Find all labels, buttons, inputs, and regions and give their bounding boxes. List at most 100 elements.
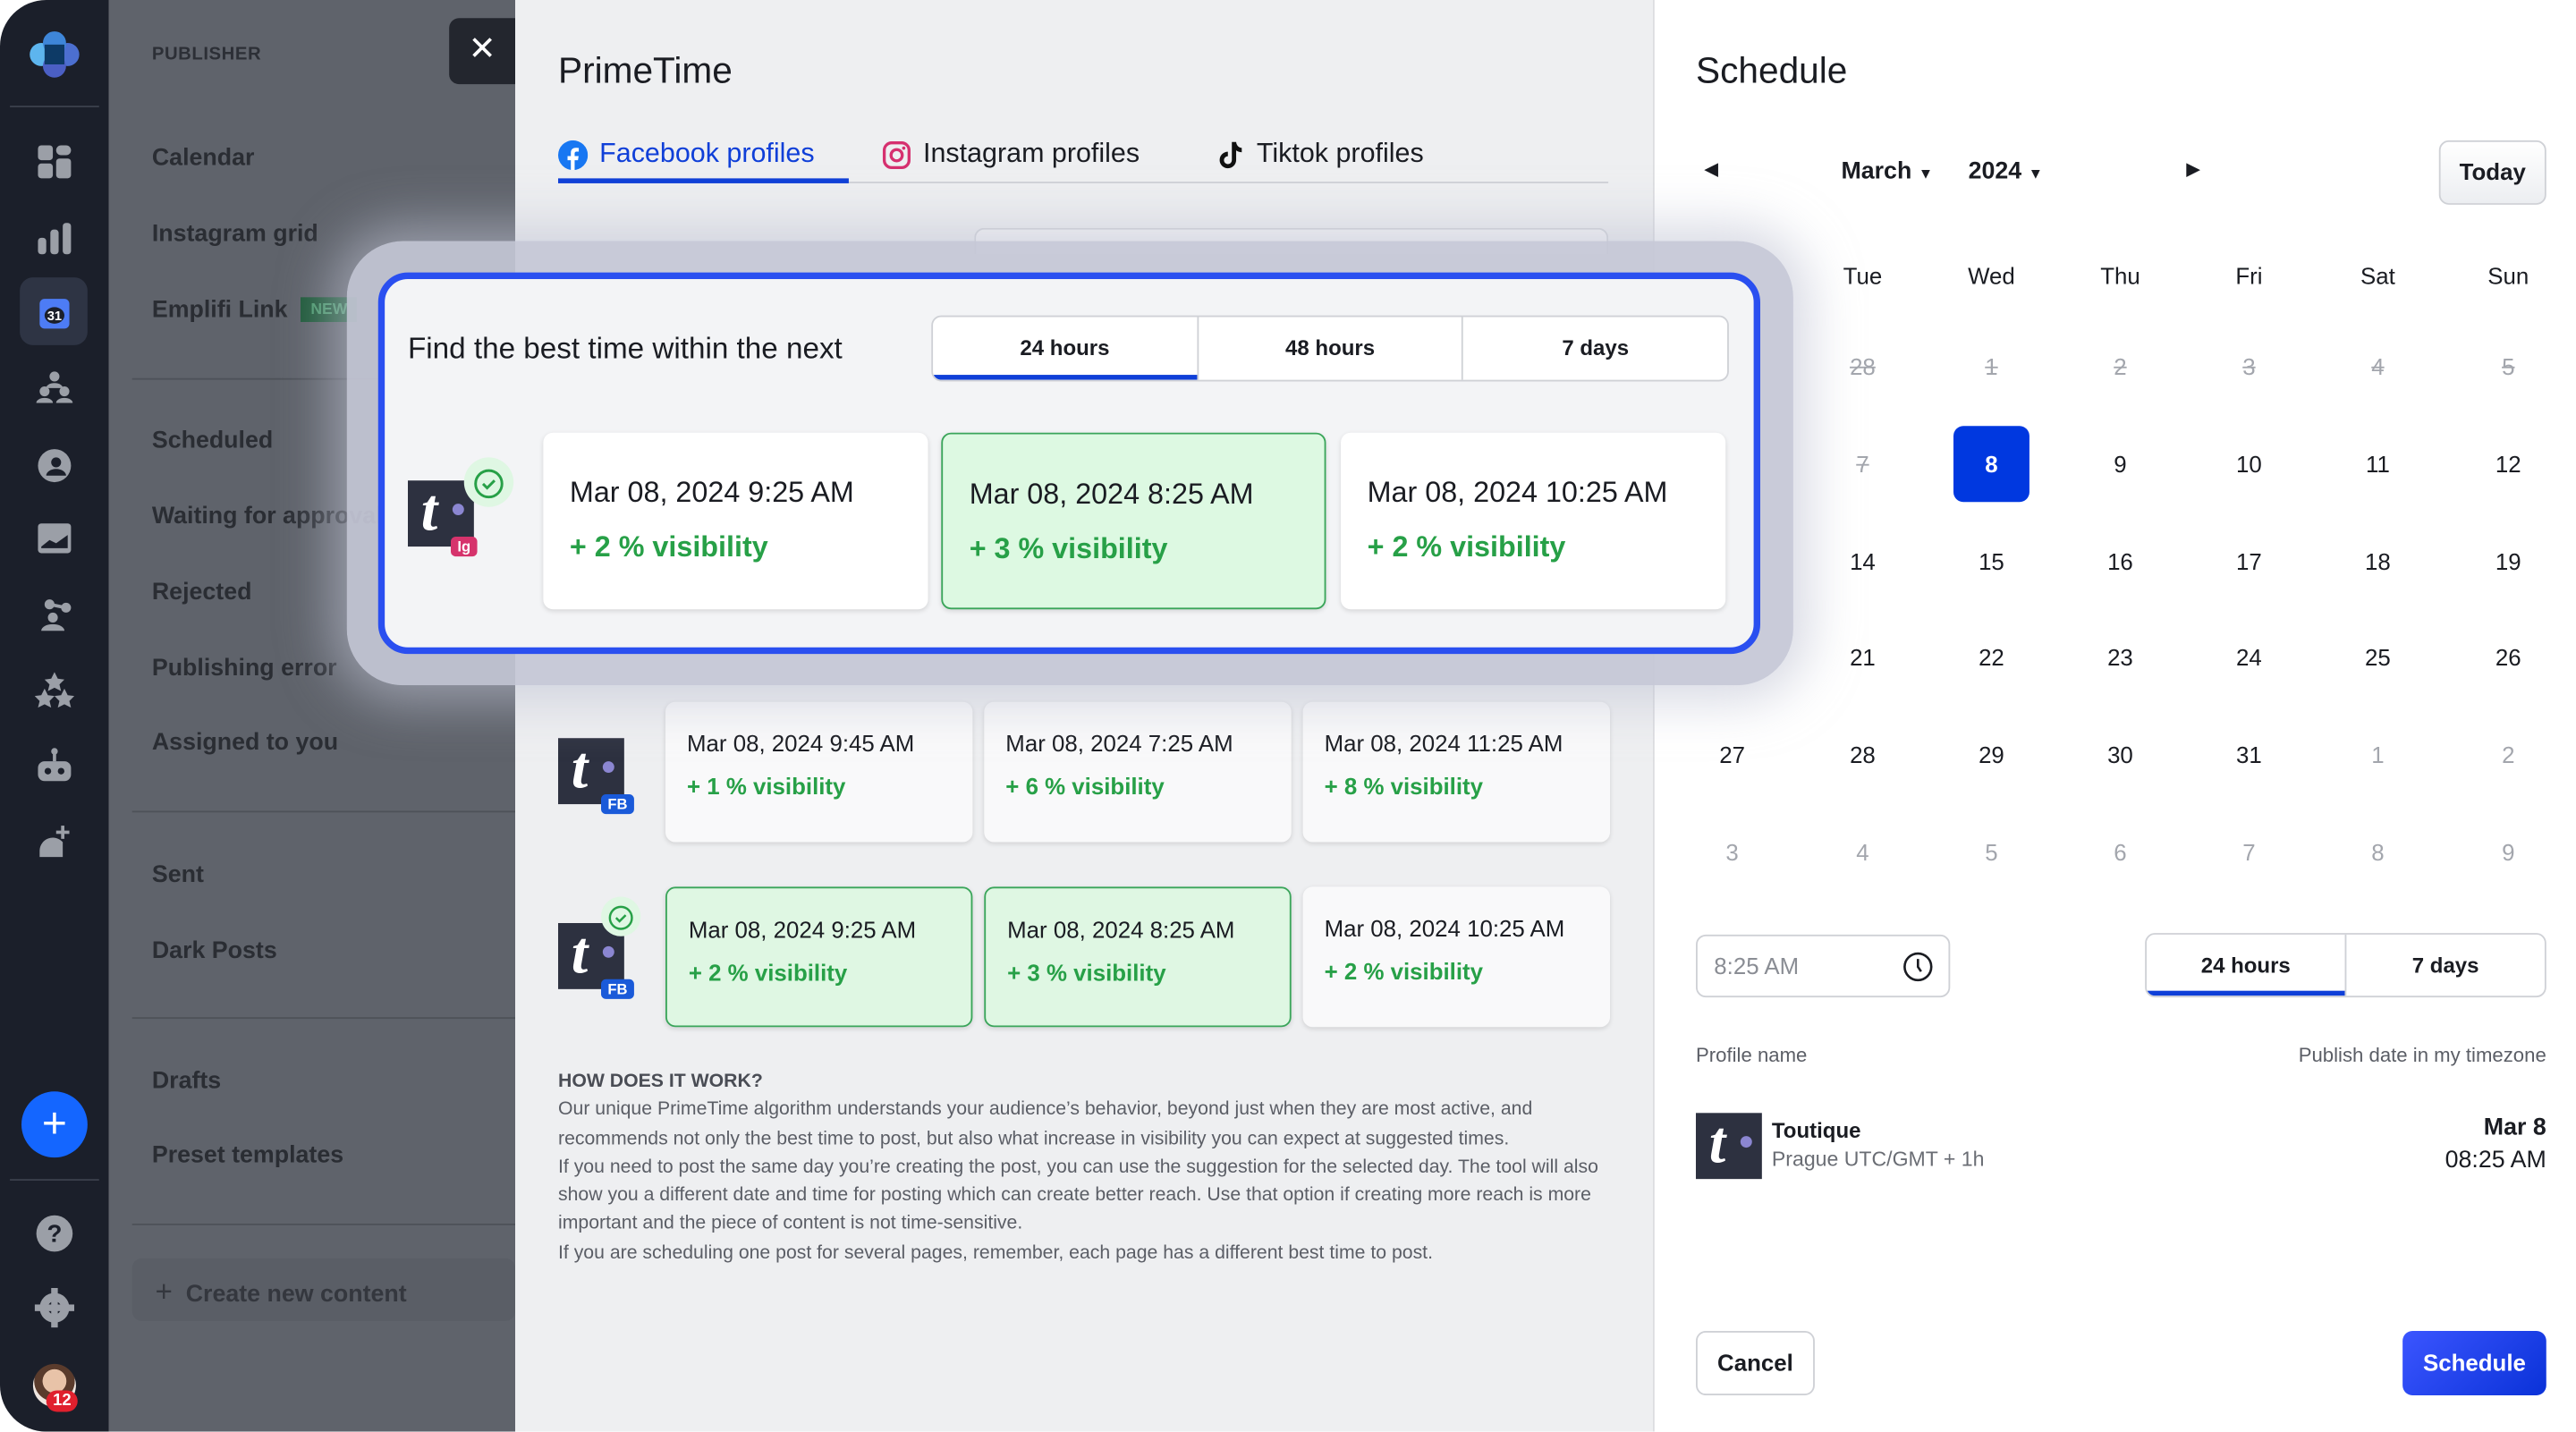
time-slot-card[interactable]: Mar 08, 2024 9:25 AM + 2 % visibility (543, 432, 928, 610)
calendar-day[interactable]: 9 (2082, 426, 2158, 502)
calendar-day: 3 (2242, 353, 2256, 380)
influencer-icon[interactable] (33, 593, 76, 636)
slot-date: Mar 08, 2024 8:25 AM (969, 477, 1254, 511)
settings-icon[interactable] (33, 1286, 76, 1329)
bot-icon[interactable] (33, 745, 76, 788)
calendar-day[interactable]: 15 (1953, 523, 2029, 599)
range-option-24-hours[interactable]: 24 hours (2146, 935, 2345, 996)
listening-icon[interactable] (33, 821, 76, 864)
time-slot-card[interactable]: Mar 08, 2024 8:25 AM + 3 % visibility (941, 432, 1326, 610)
time-slot-card[interactable]: Mar 08, 2024 11:25 AM + 8 % visibility (1302, 701, 1610, 843)
tab-tiktok-profiles[interactable]: Tiktok profiles (1216, 139, 1424, 170)
calendar-day[interactable]: 2 (2470, 716, 2546, 792)
calendar-day[interactable]: 12 (2470, 426, 2546, 502)
calendar-day[interactable]: 5 (1953, 814, 2029, 890)
add-button[interactable]: + (21, 1091, 88, 1158)
calendar-day[interactable]: 6 (2082, 814, 2158, 890)
calendar-day[interactable]: 18 (2340, 523, 2416, 599)
nav-item[interactable]: Calendar (152, 145, 255, 172)
nav-item[interactable]: Dark Posts (152, 938, 277, 965)
calendar-day[interactable]: 19 (2470, 523, 2546, 599)
nav-item[interactable]: Instagram grid (152, 221, 318, 248)
nav-item[interactable]: Scheduled (152, 428, 273, 454)
analytics-icon[interactable] (33, 216, 76, 259)
prev-month-icon[interactable]: ◀ (1704, 158, 1718, 180)
calendar-day[interactable]: 1 (2340, 716, 2416, 792)
nav-item[interactable]: Sent (152, 862, 204, 889)
time-slot-card[interactable]: Mar 08, 2024 10:25 AM + 2 % visibility (1341, 432, 1726, 610)
calendar-day[interactable]: 8 (2340, 814, 2416, 890)
calendar-day[interactable]: 24 (2211, 619, 2287, 695)
nav-item[interactable]: Assigned to you (152, 730, 338, 757)
time-slot-card[interactable]: Mar 08, 2024 9:25 AM + 2 % visibility (665, 886, 973, 1028)
calendar-day[interactable]: 30 (2082, 716, 2158, 792)
calendar-day[interactable]: 22 (1953, 619, 2029, 695)
calendar-day[interactable]: 27 (1694, 716, 1770, 792)
calendar-day[interactable]: 21 (1825, 619, 1901, 695)
calendar-day[interactable]: 26 (2470, 619, 2546, 695)
calendar-day[interactable]: 9 (2470, 814, 2546, 890)
how-paragraph: If you are scheduling one post for sever… (557, 1242, 1433, 1263)
nav-item[interactable]: Emplifi Link NEW (152, 297, 358, 324)
calendar-day[interactable]: 10 (2211, 426, 2287, 502)
time-input[interactable]: 8:25 AM (1695, 934, 1951, 998)
reviews-icon[interactable] (33, 669, 76, 712)
year-select[interactable]: 2024 ▼ (1969, 158, 2043, 185)
how-heading: HOW DOES IT WORK? (557, 1072, 763, 1092)
close-button[interactable]: ✕ (449, 18, 515, 85)
cancel-button[interactable]: Cancel (1695, 1330, 1815, 1395)
calendar-day[interactable]: 16 (2082, 523, 2158, 599)
calendar-day[interactable]: 23 (2082, 619, 2158, 695)
tab-instagram-profiles[interactable]: Instagram profiles (882, 139, 1140, 170)
calendar-day[interactable]: 3 (1694, 814, 1770, 890)
publish-time: 08:25 AM (2445, 1148, 2546, 1174)
tab-facebook-profiles[interactable]: Facebook profiles (557, 139, 815, 170)
calendar-day[interactable]: 17 (2211, 523, 2287, 599)
calendar-day[interactable]: 31 (2211, 716, 2287, 792)
selected-day[interactable]: 8 (1953, 426, 2029, 503)
next-month-icon[interactable]: ▶ (2186, 158, 2200, 180)
app-logo[interactable] (28, 30, 80, 79)
time-slot-card[interactable]: Mar 08, 2024 10:25 AM + 2 % visibility (1302, 886, 1610, 1028)
calendar-day[interactable]: 4 (1825, 814, 1901, 890)
divider (131, 1017, 515, 1020)
calendar-day[interactable]: 25 (2340, 619, 2416, 695)
nav-item[interactable]: Publishing error (152, 656, 337, 682)
community-icon[interactable] (33, 367, 76, 410)
dashboard-icon[interactable] (33, 140, 76, 183)
range-option-7-days[interactable]: 7 days (1462, 317, 1727, 380)
nav-item[interactable]: Drafts (152, 1068, 221, 1095)
range-option-48-hours[interactable]: 48 hours (1196, 317, 1462, 380)
slot-date: Mar 08, 2024 9:25 AM (569, 475, 854, 509)
slot-visibility: + 1 % visibility (686, 772, 846, 800)
help-icon[interactable]: ? (33, 1212, 76, 1255)
calendar-day[interactable]: 28 (1825, 716, 1901, 792)
weekday-label: Fri (2235, 262, 2263, 290)
nav-item[interactable]: Preset templates (152, 1143, 343, 1170)
calendar-day[interactable]: 14 (1825, 523, 1901, 599)
calendar-day[interactable]: 29 (1953, 716, 2029, 792)
alarm-check-icon (600, 896, 641, 936)
calendar-day[interactable]: 11 (2340, 426, 2416, 502)
facebook-badge: FB (600, 979, 634, 999)
schedule-button[interactable]: Schedule (2402, 1330, 2546, 1395)
nav-item[interactable]: Rejected (152, 580, 252, 606)
calendar-day: 28 (1850, 353, 1876, 380)
calendar-day[interactable]: 7 (2211, 814, 2287, 890)
time-slot-card[interactable]: Mar 08, 2024 8:25 AM + 3 % visibility (984, 886, 1292, 1028)
range-option-7-days[interactable]: 7 days (2344, 934, 2545, 996)
time-slot-card[interactable]: Mar 08, 2024 9:45 AM + 1 % visibility (665, 701, 973, 843)
media-icon[interactable] (33, 517, 76, 560)
column-header-profile: Profile name (1695, 1043, 1808, 1067)
weekday-label: Thu (2100, 262, 2140, 290)
care-icon[interactable] (33, 443, 76, 486)
calendar-icon[interactable]: 31 (33, 291, 76, 334)
range-option-24-hours[interactable]: 24 hours (933, 317, 1197, 380)
calendar-day: 5 (2502, 353, 2515, 380)
create-content-button[interactable]: + Create new content (131, 1258, 515, 1321)
month-select[interactable]: March ▼ (1841, 158, 1933, 185)
today-button[interactable]: Today (2438, 140, 2546, 205)
slot-visibility: + 6 % visibility (1005, 772, 1165, 800)
divider (10, 1179, 99, 1181)
time-slot-card[interactable]: Mar 08, 2024 7:25 AM + 6 % visibility (984, 701, 1292, 843)
